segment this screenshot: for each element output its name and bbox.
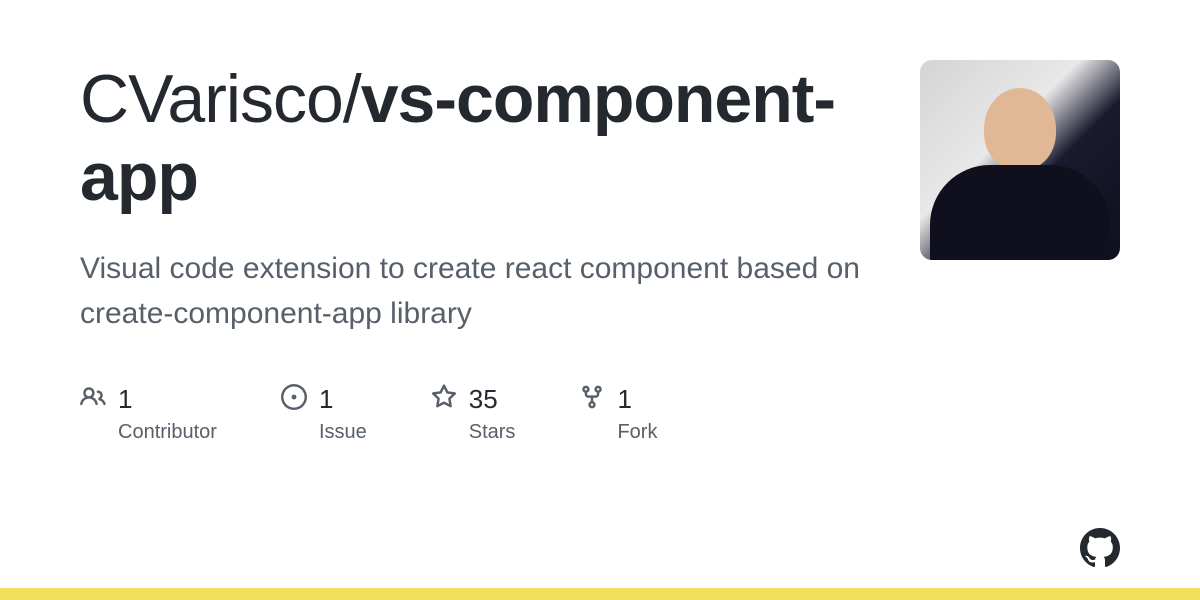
repo-slash: /: [343, 61, 361, 137]
stat-issues[interactable]: 1 Issue: [281, 384, 367, 444]
language-segment: [0, 588, 1200, 600]
stat-value: 1: [319, 384, 333, 415]
language-bar: [0, 588, 1200, 600]
fork-icon: [579, 384, 605, 415]
stat-label: Stars: [431, 421, 516, 444]
stat-label: Issue: [281, 421, 367, 444]
stat-label: Fork: [579, 421, 657, 444]
repo-owner[interactable]: CVarisco: [80, 61, 343, 137]
stat-label: Contributor: [80, 421, 217, 444]
issue-icon: [281, 384, 307, 415]
github-logo-icon[interactable]: [1080, 528, 1120, 568]
star-icon: [431, 384, 457, 415]
stat-value: 1: [617, 384, 631, 415]
avatar[interactable]: [920, 60, 1120, 260]
stat-contributors[interactable]: 1 Contributor: [80, 384, 217, 444]
repo-description: Visual code extension to create react co…: [80, 246, 860, 336]
stat-stars[interactable]: 35 Stars: [431, 384, 516, 444]
stat-value: 1: [118, 384, 132, 415]
people-icon: [80, 384, 106, 415]
repo-stats: 1 Contributor 1 Issue 35: [80, 384, 880, 444]
stat-forks[interactable]: 1 Fork: [579, 384, 657, 444]
repo-title: CVarisco/vs-component-app: [80, 60, 880, 216]
stat-value: 35: [469, 384, 498, 415]
